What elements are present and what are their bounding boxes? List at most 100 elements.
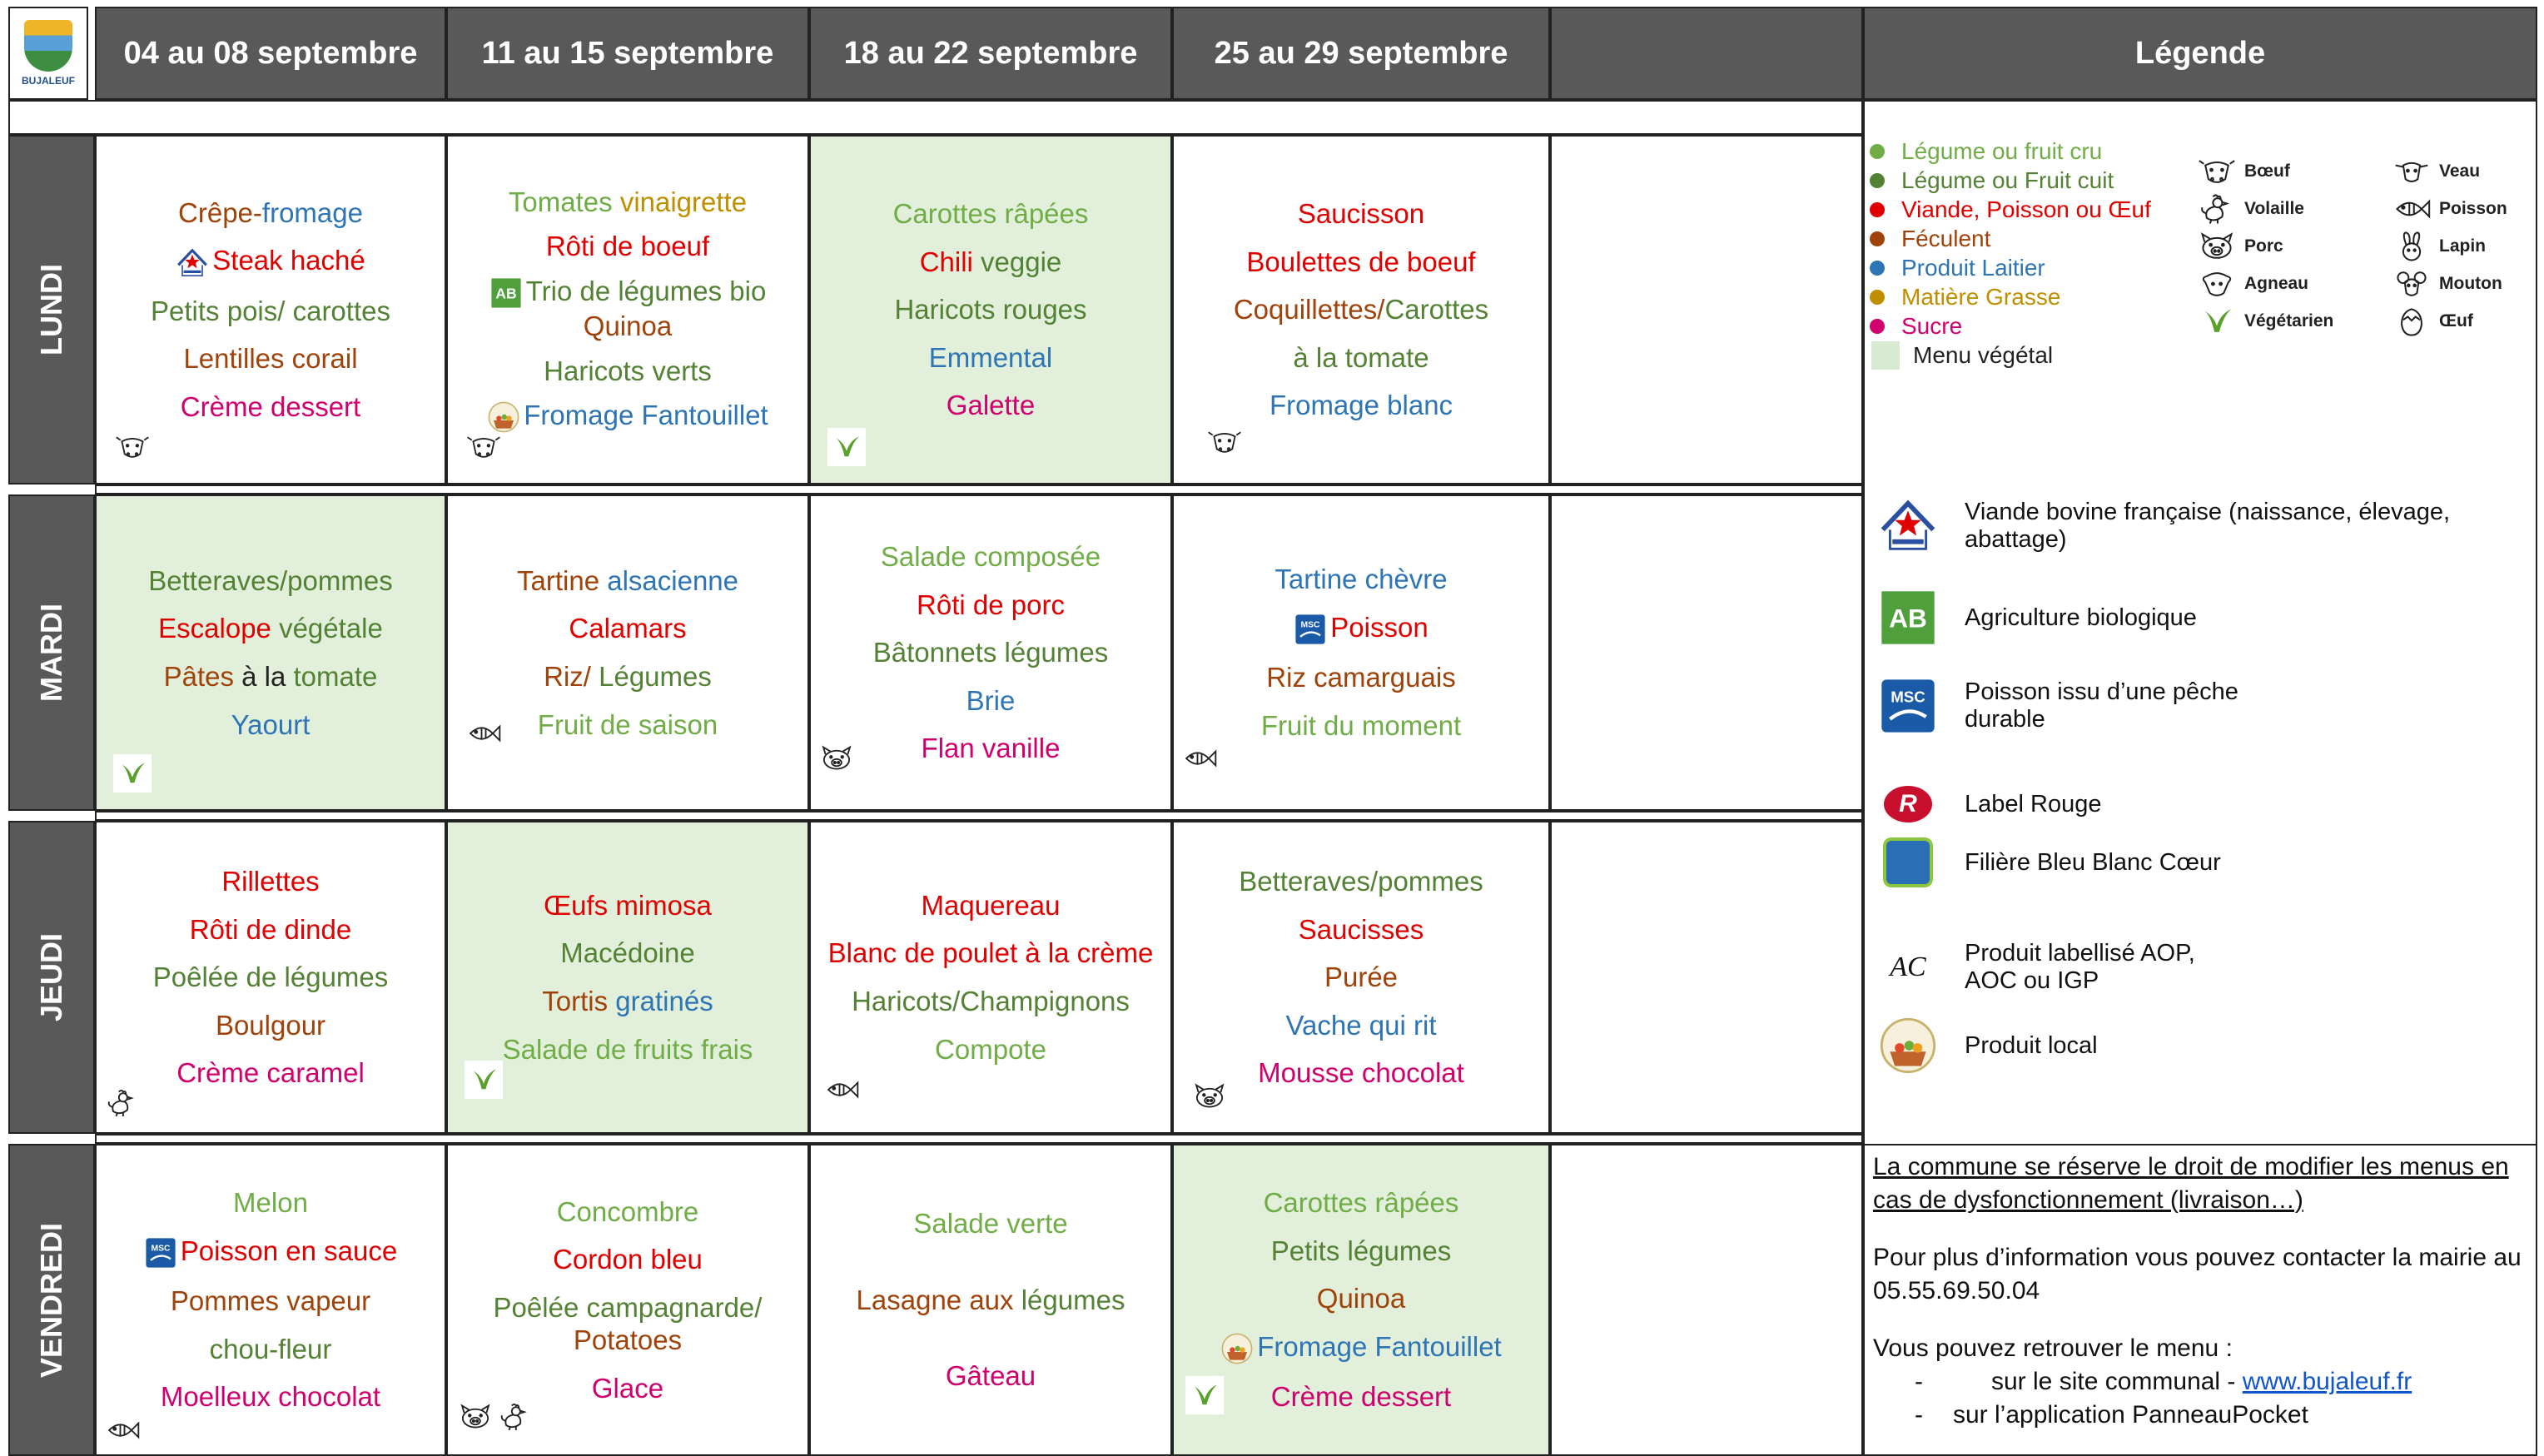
- lamb-icon: [2198, 267, 2236, 301]
- legend-sucre: Sucre: [1870, 313, 1962, 340]
- calf-icon: [2392, 155, 2431, 188]
- info-block: La commune se réserve le droit de modifi…: [1873, 1150, 2531, 1431]
- app-bullet: sur l’application PanneauPocket: [1873, 1399, 2531, 1432]
- menu-cell-jeudi-w2: Œufs mimosa Macédoine Tortis gratinés Sa…: [446, 821, 809, 1134]
- spacer-row: [8, 100, 1863, 135]
- dot-icon: [1870, 173, 1885, 188]
- week-header-5: [1550, 7, 1863, 100]
- legend-label-local: Produit local: [1876, 1016, 2098, 1076]
- egg-icon: [2392, 305, 2431, 338]
- legend-label-bio: Agriculture biologique: [1876, 588, 2197, 648]
- legend-cuit: Légume ou Fruit cuit: [1870, 167, 2114, 194]
- menu-cell-jeudi-w5: [1550, 821, 1863, 1134]
- fish-icon: [2392, 192, 2431, 226]
- vegetarian-icon: [113, 754, 152, 793]
- municipality-logo: BUJALEUF: [8, 7, 88, 100]
- legend-boeuf: Bœuf: [2198, 155, 2290, 188]
- produit-local-icon: [1876, 1016, 1940, 1076]
- menu-cell-jeudi-w3: Maquereau Blanc de poulet à la crème Har…: [809, 821, 1172, 1134]
- legend-vegetal: Menu végétal: [1871, 341, 2053, 370]
- week-header-3: 18 au 22 septembre: [809, 7, 1172, 100]
- vegetal-swatch: [1871, 341, 1900, 370]
- menu-cell-vendredi-w1: Melon Poisson en sauce Pommes vapeur cho…: [95, 1144, 446, 1456]
- legend-divider: [1863, 1144, 2537, 1145]
- menu-cell-mardi-w1: Betteraves/pommes Escalope végétale Pâte…: [95, 494, 446, 811]
- menu-cell-mardi-w4: Tartine chèvre Poisson Riz camarguais Fr…: [1172, 494, 1550, 811]
- contact-text: Pour plus d’information vous pouvez cont…: [1873, 1244, 2522, 1304]
- legend-label-aoc: AC Produit labellisé AOP, AOC ou IGP: [1876, 937, 2309, 997]
- menu-cell-lundi-w1: Crêpe-fromage Steak haché Petits pois/ c…: [95, 135, 446, 485]
- cow-icon: [466, 430, 501, 465]
- sheep-icon: [2392, 267, 2431, 301]
- dot-icon: [1870, 290, 1885, 305]
- notice-text: La commune se réserve le droit de modifi…: [1873, 1153, 2509, 1214]
- legend-feculent: Féculent: [1870, 226, 1990, 252]
- legend-label-rouge: R Label Rouge: [1876, 774, 2101, 834]
- msc-logo-icon: [1294, 613, 1327, 646]
- menu-cell-lundi-w4: Saucisson Boulettes de boeuf Coquillette…: [1172, 135, 1550, 485]
- vegetarian-icon: [465, 1061, 503, 1099]
- legend-label-viande-bovine: Viande bovine française (naissance, élev…: [1876, 496, 2476, 556]
- pig-icon: [1192, 1079, 1227, 1114]
- rabbit-icon: [2392, 230, 2431, 263]
- legend-grasse: Matière Grasse: [1870, 284, 2060, 311]
- pig-icon: [2198, 230, 2236, 263]
- fish-icon: [466, 716, 501, 751]
- menu-cell-mardi-w2: Tartine alsacienne Calamars Riz/ Légumes…: [446, 494, 809, 811]
- day-label-vendredi: VENDREDI: [8, 1144, 95, 1456]
- legend-mouton: Mouton: [2392, 267, 2502, 301]
- menu-cell-vendredi-w2: Concombre Cordon bleu Poêlée campagnarde…: [446, 1144, 809, 1456]
- fish-icon: [1182, 741, 1217, 776]
- legend-agneau: Agneau: [2198, 267, 2308, 301]
- legend-cru: Légume ou fruit cru: [1870, 138, 2102, 165]
- pig-icon: [819, 741, 854, 776]
- viande-bovine-francaise-icon: [176, 246, 209, 280]
- menu-cell-jeudi-w1: Rillettes Rôti de dinde Poêlée de légume…: [95, 821, 446, 1134]
- leaf-icon: [2198, 305, 2236, 338]
- retrieve-text: Vous pouvez retrouver le menu :: [1873, 1334, 2233, 1363]
- logo-text: BUJALEUF: [21, 75, 75, 87]
- legend-vegetarien: Végétarien: [2198, 305, 2333, 338]
- ab-logo-icon: [1876, 588, 1940, 648]
- produit-local-icon: [1220, 1332, 1254, 1365]
- menu-cell-vendredi-w3: Salade verte Lasagne aux légumes Gâteau: [809, 1144, 1172, 1456]
- legend-viande: Viande, Poisson ou Œuf: [1870, 196, 2151, 223]
- legend-poisson: Poisson: [2392, 192, 2507, 226]
- row-divider: [95, 1134, 1863, 1144]
- day-label-jeudi: JEUDI: [8, 821, 95, 1134]
- msc-logo-icon: [1876, 676, 1940, 736]
- viande-bovine-francaise-icon: [1876, 496, 1940, 556]
- week-header-2: 11 au 15 septembre: [446, 7, 809, 100]
- legend-lapin: Lapin: [2392, 230, 2486, 263]
- dot-icon: [1870, 261, 1885, 276]
- legend-label-msc: Poisson issu d’une pêche durable: [1876, 676, 2343, 736]
- site-bullet: sur le site communal - www.bujaleuf.fr: [1873, 1365, 2531, 1399]
- legend-veau: Veau: [2392, 155, 2480, 188]
- chicken-icon: [498, 1399, 533, 1434]
- dot-icon: [1870, 144, 1885, 159]
- menu-cell-mardi-w5: [1550, 494, 1863, 811]
- menu-cell-lundi-w2: Tomates vinaigrette Rôti de boeuf Trio d…: [446, 135, 809, 485]
- label-rouge-icon: R: [1876, 774, 1940, 834]
- bleu-blanc-coeur-icon: [1876, 832, 1940, 892]
- ab-logo-icon: [489, 276, 523, 310]
- chicken-icon: [105, 1086, 140, 1121]
- site-link[interactable]: www.bujaleuf.fr: [2243, 1368, 2412, 1395]
- fish-icon: [824, 1072, 859, 1107]
- cow-icon: [115, 430, 150, 465]
- row-divider: [95, 485, 1863, 494]
- vegetarian-icon: [1185, 1376, 1224, 1414]
- menu-cell-jeudi-w4: Betteraves/pommes Saucisses Purée Vache …: [1172, 821, 1550, 1134]
- aoc-icon: AC: [1890, 952, 1926, 982]
- menu-cell-mardi-w3: Salade composée Rôti de porc Bâtonnets l…: [809, 494, 1172, 811]
- cow-icon: [2198, 155, 2236, 188]
- dot-icon: [1870, 231, 1885, 246]
- menu-cell-lundi-w3: Carottes râpées Chili veggie Haricots ro…: [809, 135, 1172, 485]
- legend-label-bbc: Filière Bleu Blanc Cœur: [1876, 832, 2221, 892]
- menu-cell-lundi-w5: [1550, 135, 1863, 485]
- cow-icon: [1207, 425, 1242, 460]
- week-header-1: 04 au 08 septembre: [95, 7, 446, 100]
- legend-porc: Porc: [2198, 230, 2283, 263]
- vegetarian-icon: [827, 428, 866, 466]
- menu-cell-vendredi-w4: Carottes râpées Petits légumes Quinoa Fr…: [1172, 1144, 1550, 1456]
